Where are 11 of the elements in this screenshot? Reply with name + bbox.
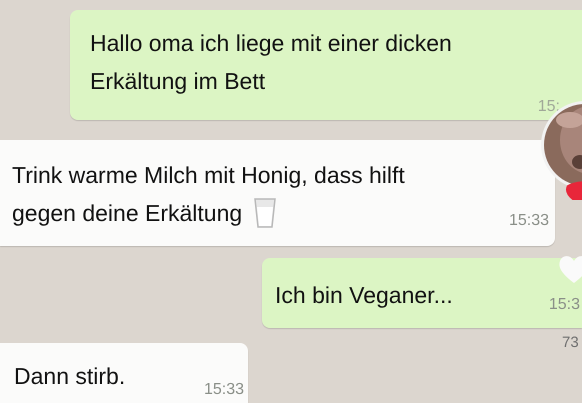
message-text: Hallo oma ich liege mit einer dicken [90,29,452,58]
message-text: Trink warme Milch mit Honig, dass hilft [12,161,405,190]
message-text: gegen deine Erkältung [12,199,242,228]
message-time: 15:33 [508,212,549,230]
message-text: Dann stirb. [14,362,126,391]
message-time: 15:3 [548,296,580,314]
message-time: 15: [538,98,560,116]
message-time: 15:33 [204,381,244,399]
message-text: Ich bin Veganer... [275,281,453,310]
like-count: 73 [562,334,579,351]
message-text: Erkältung im Bett [90,67,266,96]
